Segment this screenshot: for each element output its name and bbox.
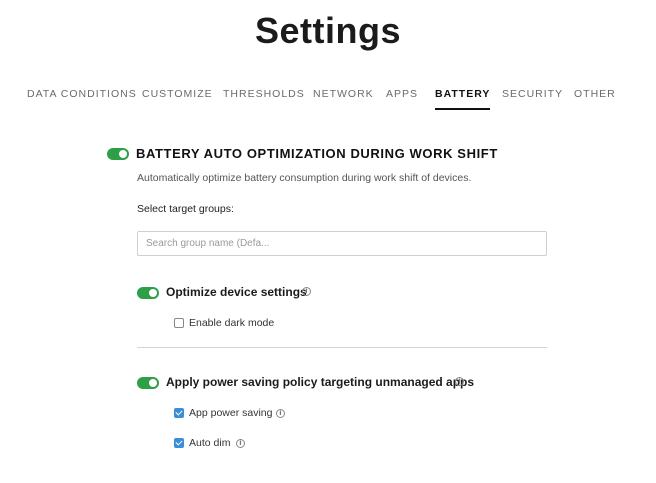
- app-power-saving-checkbox[interactable]: [174, 408, 184, 418]
- enable-dark-mode-label[interactable]: Enable dark mode: [189, 317, 274, 329]
- optimize-device-toggle[interactable]: [137, 287, 159, 299]
- battery-optimization-toggle[interactable]: [107, 148, 129, 160]
- power-saving-title: Apply power saving policy targeting unma…: [166, 375, 475, 389]
- battery-optimization-description: Automatically optimize battery consumpti…: [137, 172, 472, 184]
- tab-other[interactable]: OTHER: [574, 88, 616, 110]
- battery-optimization-title: BATTERY AUTO OPTIMIZATION DURING WORK SH…: [136, 146, 498, 161]
- tab-battery[interactable]: BATTERY: [435, 88, 491, 110]
- tab-thresholds[interactable]: THRESHOLDS: [223, 88, 305, 110]
- optimize-device-title: Optimize device settings: [166, 285, 307, 299]
- toggle-knob: [119, 150, 127, 158]
- tab-bar: DATA CONDITIONS CUSTOMIZE THRESHOLDS NET…: [0, 88, 656, 112]
- tab-network[interactable]: NETWORK: [313, 88, 374, 110]
- info-icon[interactable]: i: [302, 287, 311, 296]
- group-search-input[interactable]: [137, 231, 547, 256]
- info-icon[interactable]: i: [236, 439, 245, 448]
- tab-apps[interactable]: APPS: [386, 88, 418, 110]
- tab-security[interactable]: SECURITY: [502, 88, 563, 110]
- toggle-knob: [149, 379, 157, 387]
- target-groups-label: Select target groups:: [137, 203, 234, 215]
- tab-customize[interactable]: CUSTOMIZE: [142, 88, 213, 110]
- enable-dark-mode-checkbox[interactable]: [174, 318, 184, 328]
- info-icon[interactable]: i: [276, 409, 285, 418]
- power-saving-toggle[interactable]: [137, 377, 159, 389]
- toggle-knob: [149, 289, 157, 297]
- tab-data-conditions[interactable]: DATA CONDITIONS: [27, 88, 137, 110]
- page-title: Settings: [254, 10, 401, 51]
- app-power-saving-label[interactable]: App power saving: [189, 407, 272, 419]
- auto-dim-label[interactable]: Auto dim: [189, 437, 230, 449]
- auto-dim-checkbox[interactable]: [174, 438, 184, 448]
- section-divider: [137, 347, 547, 348]
- info-icon[interactable]: i: [455, 377, 464, 386]
